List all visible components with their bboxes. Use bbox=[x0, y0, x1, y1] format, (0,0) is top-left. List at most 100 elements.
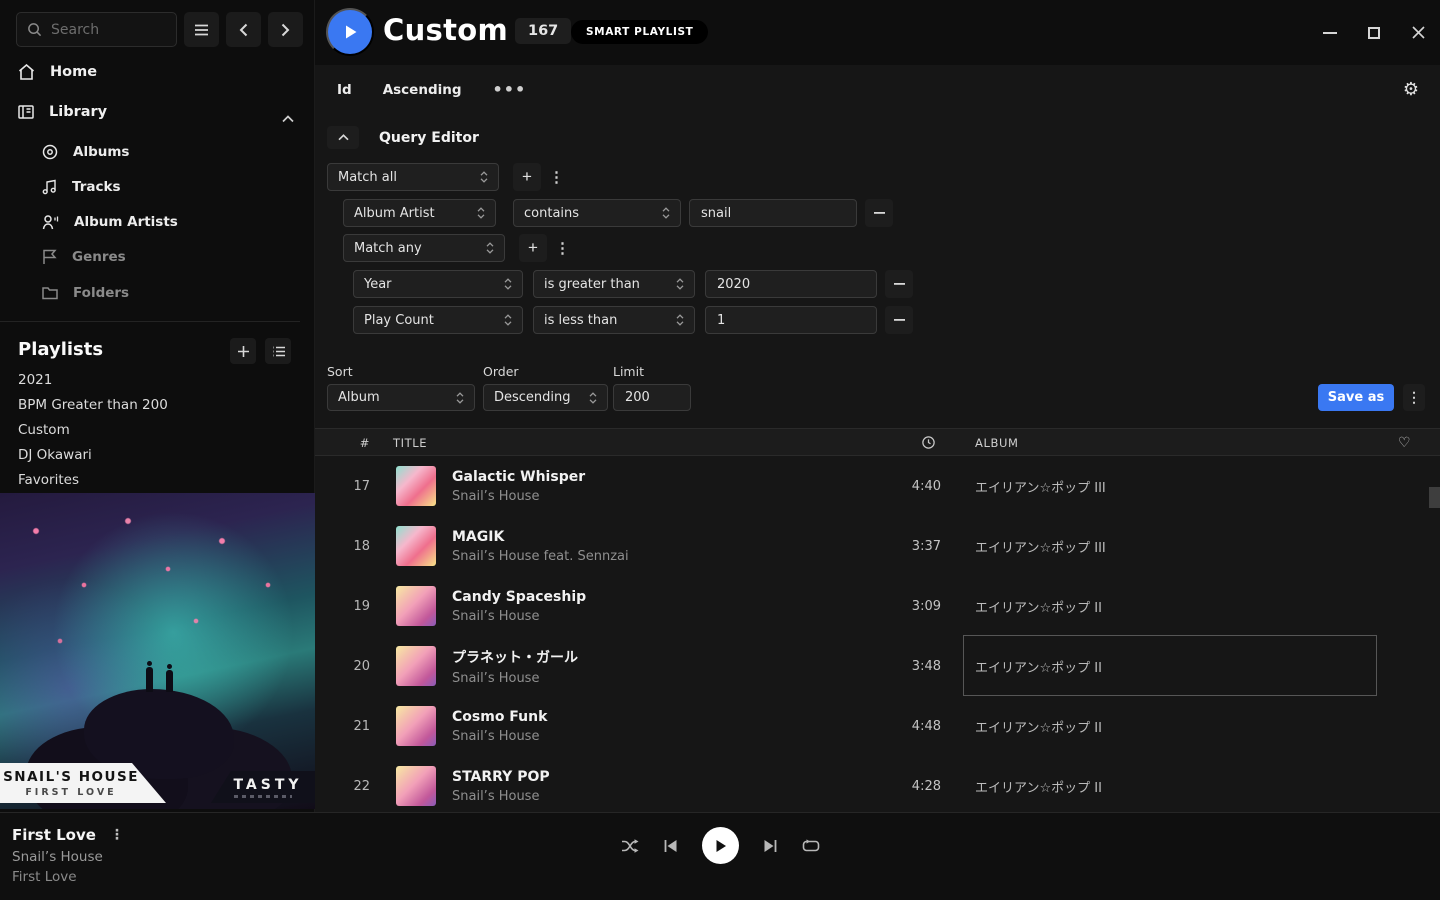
sort-label: Sort bbox=[327, 364, 353, 379]
now-playing-album[interactable]: First Love bbox=[12, 869, 124, 885]
column-title[interactable]: TITLE bbox=[393, 436, 427, 450]
sort-select[interactable]: Album bbox=[327, 384, 475, 411]
track-row[interactable]: 22 STARRY POP Snail’s House 4:28 エイリアン☆ポ… bbox=[315, 756, 1440, 812]
duration-clock-icon[interactable] bbox=[921, 435, 936, 453]
track-album[interactable]: エイリアン☆ポップ III bbox=[975, 477, 1380, 496]
playlist-item[interactable]: Custom bbox=[18, 422, 70, 438]
rule-value-input[interactable] bbox=[705, 270, 877, 298]
limit-input[interactable] bbox=[613, 384, 691, 411]
track-title: MAGIK bbox=[452, 529, 851, 545]
rule-field-select[interactable]: Play Count bbox=[353, 306, 523, 334]
group-match-type-select[interactable]: Match any bbox=[343, 234, 505, 262]
group-menu-icon[interactable]: ⋮ bbox=[555, 239, 570, 257]
rule-operator-select[interactable]: is less than bbox=[533, 306, 695, 334]
sidebar-item-tracks[interactable]: Tracks bbox=[42, 179, 121, 195]
shuffle-button[interactable] bbox=[621, 839, 639, 853]
playlist-item[interactable]: Favorites bbox=[18, 472, 79, 488]
remove-rule-button[interactable] bbox=[865, 199, 893, 227]
sidebar-item-home[interactable]: Home bbox=[18, 64, 97, 80]
play-playlist-button[interactable] bbox=[326, 8, 374, 56]
track-album-focused-cell[interactable]: エイリアン☆ポップ II bbox=[975, 657, 1380, 676]
chevron-left-icon bbox=[239, 23, 248, 37]
rule-value-input[interactable] bbox=[689, 199, 857, 227]
album-art-decor bbox=[166, 670, 173, 692]
sort-direction-button[interactable]: Ascending bbox=[383, 82, 462, 98]
track-row[interactable]: 20 プラネット・ガール Snail’s House 3:48 エイリアン☆ポッ… bbox=[315, 636, 1440, 696]
minimize-button[interactable] bbox=[1308, 13, 1352, 53]
rule-group-menu-icon[interactable]: ⋮ bbox=[549, 168, 564, 186]
limit-label: Limit bbox=[613, 364, 644, 379]
previous-track-button[interactable] bbox=[663, 839, 678, 853]
sidebar-divider bbox=[0, 321, 300, 322]
repeat-button[interactable] bbox=[802, 839, 820, 853]
maximize-button[interactable] bbox=[1352, 13, 1396, 53]
order-select[interactable]: Descending bbox=[483, 384, 608, 411]
track-duration: 4:28 bbox=[851, 779, 941, 794]
sidebar-item-genres[interactable]: Genres bbox=[42, 249, 126, 265]
save-menu-icon[interactable]: ⋮ bbox=[1403, 384, 1425, 411]
select-chevrons-icon bbox=[676, 278, 684, 290]
search-input[interactable] bbox=[51, 22, 166, 38]
track-row[interactable]: 17 Galactic Whisper Snail’s House 4:40 エ… bbox=[315, 456, 1440, 516]
track-artist[interactable]: Snail’s House bbox=[452, 671, 851, 686]
query-editor-collapse-button[interactable] bbox=[327, 126, 359, 149]
select-chevrons-icon bbox=[589, 392, 597, 404]
select-value: Match all bbox=[338, 170, 397, 185]
add-rule-button[interactable]: + bbox=[513, 163, 541, 191]
track-artist[interactable]: Snail’s House bbox=[452, 609, 851, 624]
track-duration: 3:09 bbox=[851, 599, 941, 614]
track-artist[interactable]: Snail’s House bbox=[452, 789, 851, 804]
minus-icon bbox=[894, 319, 905, 321]
sidebar-item-library[interactable]: Library bbox=[18, 104, 107, 120]
column-number[interactable]: # bbox=[315, 436, 370, 450]
next-track-button[interactable] bbox=[763, 839, 778, 853]
add-playlist-button[interactable] bbox=[230, 338, 256, 364]
playlist-item[interactable]: DJ Okawari bbox=[18, 447, 92, 463]
track-album[interactable]: エイリアン☆ポップ II bbox=[975, 717, 1380, 736]
track-artist[interactable]: Snail’s House feat. Sennzai bbox=[452, 549, 851, 564]
track-album[interactable]: エイリアン☆ポップ III bbox=[975, 537, 1380, 556]
query-editor-title: Query Editor bbox=[379, 130, 479, 146]
scrollbar-thumb[interactable] bbox=[1429, 487, 1440, 508]
rule-field-select[interactable]: Year bbox=[353, 270, 523, 298]
playlist-item[interactable]: BPM Greater than 200 bbox=[18, 397, 168, 413]
track-row[interactable]: 21 Cosmo Funk Snail’s House 4:48 エイリアン☆ポ… bbox=[315, 696, 1440, 756]
track-album[interactable]: エイリアン☆ポップ II bbox=[975, 597, 1380, 616]
playlist-list-button[interactable] bbox=[265, 338, 291, 364]
rule-operator-select[interactable]: is greater than bbox=[533, 270, 695, 298]
gear-icon[interactable]: ⚙ bbox=[1403, 79, 1419, 100]
add-group-rule-button[interactable]: + bbox=[519, 234, 547, 262]
sidebar-item-album-artists[interactable]: Album Artists bbox=[42, 214, 178, 230]
rule-field-select[interactable]: Album Artist bbox=[343, 199, 496, 227]
close-button[interactable] bbox=[1396, 13, 1440, 53]
match-type-select[interactable]: Match all bbox=[327, 163, 499, 191]
sort-field-button[interactable]: Id bbox=[337, 82, 352, 98]
nav-back-button[interactable] bbox=[226, 12, 261, 47]
sidebar-item-albums[interactable]: Albums bbox=[42, 144, 129, 160]
search-box[interactable] bbox=[16, 12, 177, 47]
sidebar-item-folders[interactable]: Folders bbox=[42, 285, 129, 301]
now-playing-album-art[interactable]: SNAIL'S HOUSE FIRST LOVE TASTY bbox=[0, 493, 315, 809]
track-row[interactable]: 19 Candy Spaceship Snail’s House 3:09 エイ… bbox=[315, 576, 1440, 636]
remove-rule-button[interactable] bbox=[885, 270, 913, 298]
select-value: Play Count bbox=[364, 313, 434, 328]
more-options-icon[interactable]: ••• bbox=[493, 80, 527, 99]
rule-value-input[interactable] bbox=[705, 306, 877, 334]
library-collapse-icon[interactable] bbox=[282, 108, 294, 127]
home-icon bbox=[18, 64, 35, 80]
favorite-heart-icon[interactable]: ♡ bbox=[1398, 435, 1411, 451]
track-row[interactable]: 18 MAGIK Snail’s House feat. Sennzai 3:3… bbox=[315, 516, 1440, 576]
track-album[interactable]: エイリアン☆ポップ II bbox=[975, 777, 1380, 796]
track-number: 21 bbox=[315, 719, 370, 734]
nav-forward-button[interactable] bbox=[268, 12, 303, 47]
play-pause-button[interactable] bbox=[702, 827, 739, 864]
track-artist[interactable]: Snail’s House bbox=[452, 729, 851, 744]
track-artist[interactable]: Snail’s House bbox=[452, 489, 851, 504]
save-as-button[interactable]: Save as bbox=[1318, 384, 1394, 411]
rule-operator-select[interactable]: contains bbox=[513, 199, 681, 227]
menu-button[interactable] bbox=[184, 12, 219, 47]
playlist-item[interactable]: 2021 bbox=[18, 372, 52, 388]
minimize-icon bbox=[1323, 32, 1337, 34]
column-album[interactable]: ALBUM bbox=[975, 436, 1019, 450]
remove-rule-button[interactable] bbox=[885, 306, 913, 334]
